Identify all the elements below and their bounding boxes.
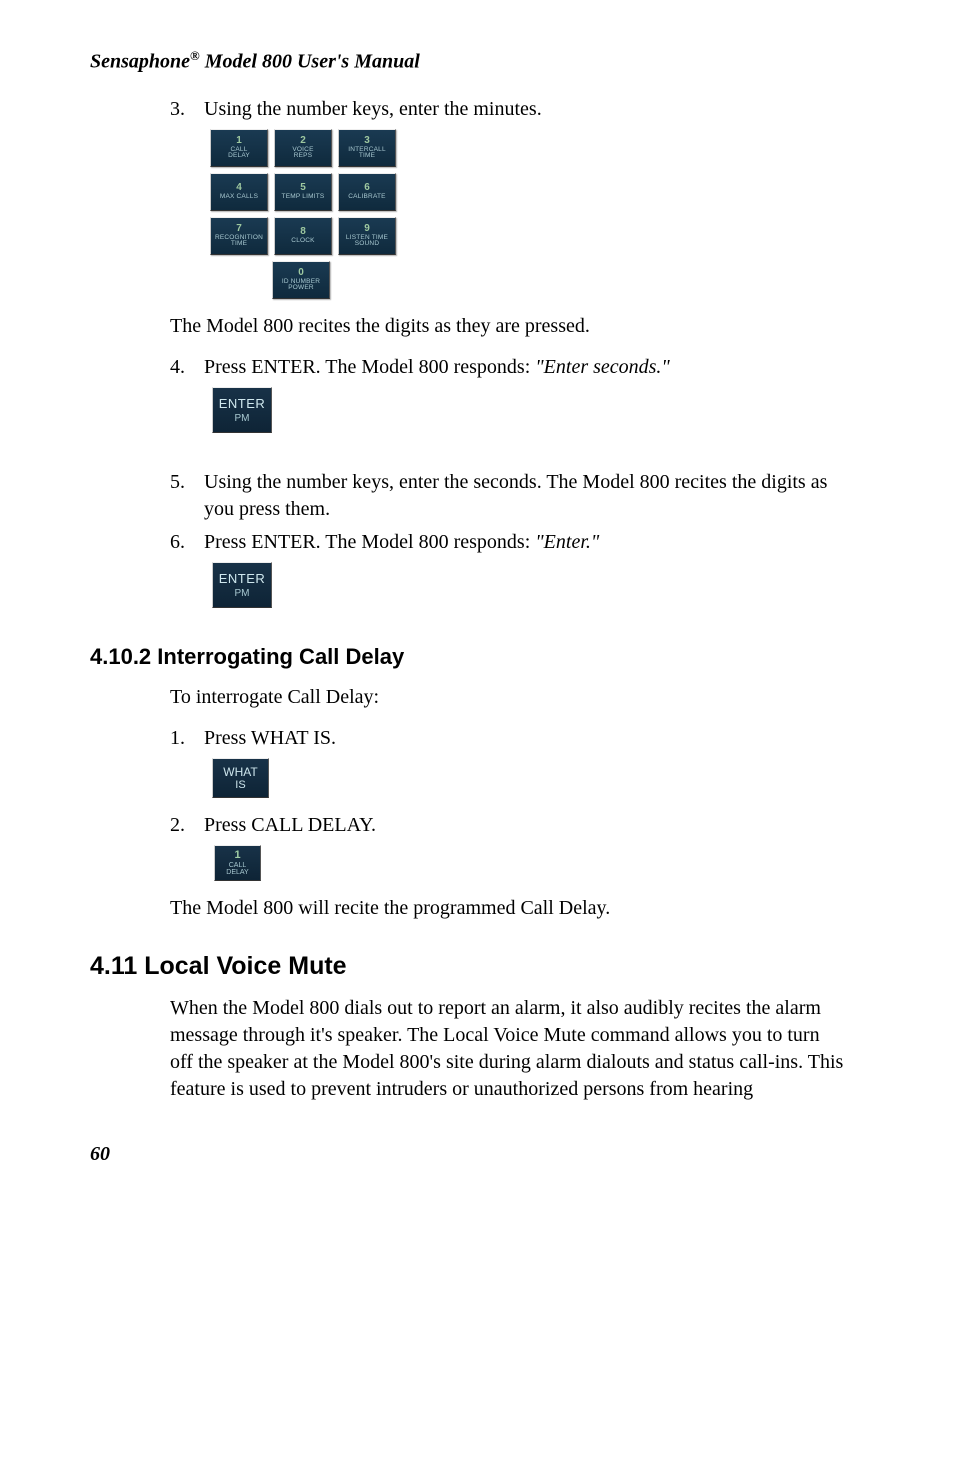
call-delay-key-graphic: 1 CALL DELAY <box>214 845 261 881</box>
step-text: Press ENTER. The Model 800 responds: "En… <box>204 354 670 381</box>
key-6: 6CALIBRATE <box>338 173 396 211</box>
keypad-graphic: 1CALL DELAY 2VOICE REPS 3INTERCALL TIME … <box>210 129 844 299</box>
step-5: 5. Using the number keys, enter the seco… <box>170 469 844 523</box>
step-number: 3. <box>170 96 204 123</box>
step-6: 6. Press ENTER. The Model 800 responds: … <box>170 529 844 556</box>
step-number: 6. <box>170 529 204 556</box>
page-number: 60 <box>90 1143 864 1166</box>
key-8: 8CLOCK <box>274 217 332 255</box>
heading-4-10-2: 4.10.2 Interrogating Call Delay <box>90 644 864 670</box>
key-9: 9LISTEN TIME SOUND <box>338 217 396 255</box>
model-desc: Model 800 User's Manual <box>200 51 420 73</box>
step-text: Press CALL DELAY. <box>204 812 376 839</box>
step-4: 4. Press ENTER. The Model 800 responds: … <box>170 354 844 381</box>
key-2: 2VOICE REPS <box>274 129 332 167</box>
step-1-whatis: 1. Press WHAT IS. <box>170 725 844 752</box>
enter-key-graphic: ENTER PM <box>212 387 272 433</box>
step-text: Using the number keys, enter the seconds… <box>204 469 844 523</box>
intro-4-10-2: To interrogate Call Delay: <box>170 684 844 711</box>
key-0: 0ID NUMBER POWER <box>272 261 330 299</box>
key-7: 7RECOGNITION TIME <box>210 217 268 255</box>
body-4-11: When the Model 800 dials out to report a… <box>170 995 844 1103</box>
key-3: 3INTERCALL TIME <box>338 129 396 167</box>
step-text: Press WHAT IS. <box>204 725 336 752</box>
step-number: 5. <box>170 469 204 523</box>
step-text: Using the number keys, enter the minutes… <box>204 96 542 123</box>
step-3: 3. Using the number keys, enter the minu… <box>170 96 844 123</box>
what-is-key-graphic: WHAT IS <box>212 758 269 798</box>
reg-mark: ® <box>190 48 200 63</box>
key-5: 5TEMP LIMITS <box>274 173 332 211</box>
step-number: 2. <box>170 812 204 839</box>
step-2-calldelay: 2. Press CALL DELAY. <box>170 812 844 839</box>
brand: Sensaphone <box>90 51 190 73</box>
key-1: 1CALL DELAY <box>210 129 268 167</box>
step-text: Press ENTER. The Model 800 responds: "En… <box>204 529 599 556</box>
page-header: Sensaphone® Model 800 User's Manual <box>90 48 864 74</box>
outro-4-10-2: The Model 800 will recite the programmed… <box>170 895 844 922</box>
recite-text: The Model 800 recites the digits as they… <box>170 313 844 340</box>
key-4: 4MAX CALLS <box>210 173 268 211</box>
step-number: 4. <box>170 354 204 381</box>
enter-key-graphic-2: ENTER PM <box>212 562 272 608</box>
step-number: 1. <box>170 725 204 752</box>
heading-4-11: 4.11 Local Voice Mute <box>90 952 864 981</box>
